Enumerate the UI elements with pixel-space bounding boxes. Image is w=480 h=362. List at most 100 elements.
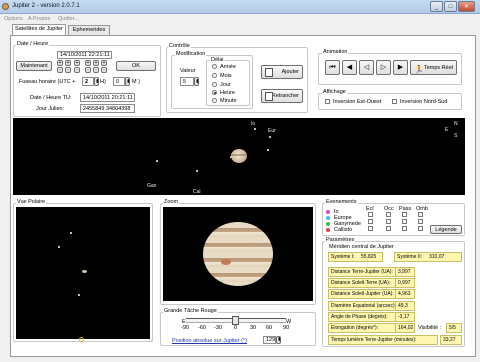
inversion-ns-label: Inversion Nord-Sud	[400, 99, 448, 105]
io-dot-icon	[326, 210, 330, 214]
tu-label: Date / Heure TU:	[30, 95, 72, 101]
event-ganymede-ecl[interactable]	[368, 226, 373, 231]
polar-moon	[70, 232, 72, 234]
menu-quitter[interactable]: Quitter...	[58, 16, 79, 22]
jupiter-disk	[231, 149, 247, 163]
jupiter-band	[231, 154, 247, 156]
parametres-label: Paramètres	[325, 237, 356, 243]
plus-button-1[interactable]: +	[57, 60, 63, 66]
polar-moon	[78, 294, 80, 296]
controle-label: Contrôle	[168, 43, 191, 49]
position-slider-thumb[interactable]	[232, 316, 239, 325]
close-button[interactable]: ✕	[458, 1, 475, 12]
vue-polaire-canvas[interactable]	[16, 207, 150, 339]
radio-jour[interactable]	[212, 82, 217, 87]
radio-minute[interactable]	[212, 98, 217, 103]
param-row-value-1: 0,997	[395, 278, 415, 288]
event-io-omb[interactable]	[418, 212, 423, 217]
minus-button-4[interactable]: -	[85, 67, 91, 73]
compass-n: N	[454, 121, 458, 127]
radio-annee-label: Année	[220, 64, 236, 70]
polar-jupiter	[82, 270, 87, 273]
radio-mois[interactable]	[212, 73, 217, 78]
inversion-eo-label: Inversion Est-Ouest	[333, 99, 382, 105]
position-spinner[interactable]: ⬍	[276, 336, 282, 344]
inversion-eo-checkbox[interactable]	[325, 99, 330, 104]
minus-button-6[interactable]: -	[101, 67, 107, 73]
affichage-label: Affichage	[322, 89, 347, 95]
moon-io	[254, 128, 256, 130]
ajouter-button[interactable]: Ajouter	[261, 65, 303, 79]
radio-mois-label: Mois	[220, 73, 232, 79]
valeur-field[interactable]: 5	[180, 77, 194, 86]
retrancher-button[interactable]: Retrancher	[261, 89, 303, 103]
runner-icon: 🏃	[414, 65, 424, 74]
anim-rewind-fast-button[interactable]: ⏮	[325, 60, 340, 75]
param-row-value-3: 49,3	[395, 301, 415, 311]
moon-europe	[269, 136, 271, 138]
minus-button-2[interactable]: -	[65, 67, 71, 73]
systeme2-box: Système II: 310,07	[394, 252, 462, 262]
visibilite-value: 5/5	[446, 323, 462, 333]
anim-rewind-button[interactable]: ◀	[342, 60, 357, 75]
event-europe-ecl[interactable]	[368, 219, 373, 224]
temps-reel-label: Temps Réel	[423, 65, 453, 71]
fuseau-minute-field[interactable]: 0	[113, 77, 125, 86]
moon-label-io: Io	[251, 121, 256, 127]
inversion-ns-checkbox[interactable]	[392, 99, 397, 104]
minus-button-5[interactable]: -	[93, 67, 99, 73]
maintenant-button[interactable]: Maintenant	[16, 61, 52, 71]
anim-step-forward-button[interactable]: ▷	[376, 60, 391, 75]
great-red-spot	[221, 259, 231, 265]
ok-button[interactable]: OK	[116, 61, 156, 71]
menu-a-propos[interactable]: A Propos	[28, 16, 50, 22]
param-row-value-2: 4,963	[395, 289, 415, 299]
radio-heure[interactable]	[212, 90, 217, 95]
maximize-button[interactable]: □	[444, 1, 457, 12]
event-europe-omb[interactable]	[418, 219, 423, 224]
scale-label: -90	[181, 325, 189, 331]
tab-ephemerides[interactable]: Ephemerides	[68, 25, 110, 35]
visibilite-label: Visibilité :	[418, 325, 442, 331]
plus-button-5[interactable]: +	[93, 60, 99, 66]
temps-reel-button[interactable]: 🏃 Temps Réel	[410, 60, 457, 75]
menu-options[interactable]: Options	[4, 16, 23, 22]
date-heure-label: Date / Heure	[16, 41, 50, 47]
tab-satellites[interactable]: Satellites de Jupiter	[12, 24, 66, 35]
ganymede-dot-icon	[326, 222, 330, 226]
systeme1-box: Système I: 55,825	[328, 252, 383, 262]
param-row-value-4: -3,17	[395, 312, 415, 322]
position-field[interactable]: 129	[263, 336, 276, 344]
compass-s: S	[454, 133, 458, 139]
event-ganymede-omb[interactable]	[418, 226, 423, 231]
valeur-spinner[interactable]: ⬍	[194, 77, 200, 86]
minus-button-3[interactable]: -	[74, 67, 80, 73]
plus-button-6[interactable]: +	[101, 60, 107, 66]
fuseau-hour-field[interactable]: 2	[82, 77, 94, 86]
minimize-button[interactable]: _	[430, 1, 443, 12]
anim-play-button[interactable]: ▶	[393, 60, 408, 75]
legende-button[interactable]: Légende	[430, 225, 462, 234]
jj-field: 2455849.34804398	[80, 104, 135, 113]
plus-button-4[interactable]: +	[85, 60, 91, 66]
event-europe-pass[interactable]	[402, 219, 407, 224]
delai-label: Délai	[210, 57, 225, 63]
fuseau-minute-spinner[interactable]: ⬍	[125, 77, 131, 86]
scale-label: 0	[234, 325, 238, 331]
event-io-occ[interactable]	[386, 212, 391, 217]
anim-step-back-button[interactable]: ◁	[359, 60, 374, 75]
plus-button-2[interactable]: +	[65, 60, 71, 66]
position-link[interactable]: Position absolue sur Jupiter (°)	[172, 338, 247, 344]
temps-lumiere-label: Temps lumière Terre-Jupiter (minutes):	[328, 335, 438, 345]
event-io-pass[interactable]	[402, 212, 407, 217]
event-io-ecl[interactable]	[368, 212, 373, 217]
radio-heure-label: Heure	[220, 90, 235, 96]
plus-button-3[interactable]: +	[74, 60, 80, 66]
fuseau-hour-spinner[interactable]: ⬍	[94, 77, 100, 86]
date-field[interactable]: 14/10/2011 22:21:11	[57, 51, 112, 59]
minus-button-1[interactable]: -	[57, 67, 63, 73]
event-europe-occ[interactable]	[386, 219, 391, 224]
radio-annee[interactable]	[212, 64, 217, 69]
event-ganymede-pass[interactable]	[402, 226, 407, 231]
event-ganymede-occ[interactable]	[386, 226, 391, 231]
